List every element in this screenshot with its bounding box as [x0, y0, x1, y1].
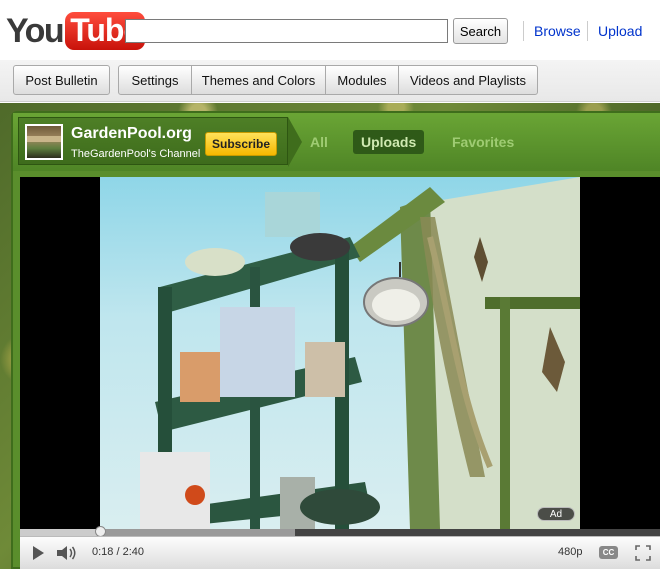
- channel-box: GardenPool.org TheGardenPool's Channel S…: [11, 111, 660, 569]
- site-header: You Tube Search Browse Upload: [0, 0, 660, 60]
- channel-info-panel: GardenPool.org TheGardenPool's Channel S…: [18, 117, 302, 167]
- post-bulletin-button[interactable]: Post Bulletin: [13, 65, 110, 95]
- modules-button[interactable]: Modules: [325, 65, 399, 95]
- channel-avatar[interactable]: [25, 124, 63, 160]
- logo-you-text: You: [6, 12, 65, 50]
- fullscreen-icon[interactable]: [631, 541, 655, 565]
- progress-bar[interactable]: [20, 526, 660, 537]
- play-icon[interactable]: [26, 541, 50, 565]
- volume-icon[interactable]: [54, 541, 80, 565]
- search-input[interactable]: [125, 19, 448, 43]
- videos-and-playlists-button[interactable]: Videos and Playlists: [398, 65, 538, 95]
- upload-link[interactable]: Upload: [598, 23, 642, 39]
- video-frame[interactable]: Ad: [100, 177, 580, 529]
- video-player[interactable]: Ad 0:18 / 2:40 480p CC: [20, 177, 660, 569]
- header-divider: [523, 21, 524, 41]
- player-controls: 0:18 / 2:40 480p CC: [20, 536, 660, 569]
- channel-name[interactable]: GardenPool.org: [71, 125, 192, 143]
- themes-and-colors-button[interactable]: Themes and Colors: [191, 65, 326, 95]
- played-bar: [20, 529, 100, 536]
- tab-favorites[interactable]: Favorites: [444, 130, 522, 154]
- channel-subtitle: TheGardenPool's Channel: [71, 148, 201, 160]
- browse-link[interactable]: Browse: [534, 23, 581, 39]
- header-divider: [587, 21, 588, 41]
- tab-all[interactable]: All: [302, 130, 336, 154]
- ad-badge[interactable]: Ad: [537, 507, 575, 521]
- quality-selector[interactable]: 480p: [558, 546, 582, 558]
- cc-icon[interactable]: CC: [599, 546, 618, 559]
- channel-edit-toolbar: Post Bulletin Settings Themes and Colors…: [0, 60, 660, 102]
- settings-button[interactable]: Settings: [118, 65, 192, 95]
- channel-header: GardenPool.org TheGardenPool's Channel S…: [13, 113, 660, 171]
- video-still-image: [140, 177, 580, 529]
- tab-uploads[interactable]: Uploads: [353, 130, 425, 154]
- search-button[interactable]: Search: [453, 18, 508, 44]
- time-display: 0:18 / 2:40: [92, 546, 144, 558]
- subscribe-button[interactable]: Subscribe: [205, 132, 277, 156]
